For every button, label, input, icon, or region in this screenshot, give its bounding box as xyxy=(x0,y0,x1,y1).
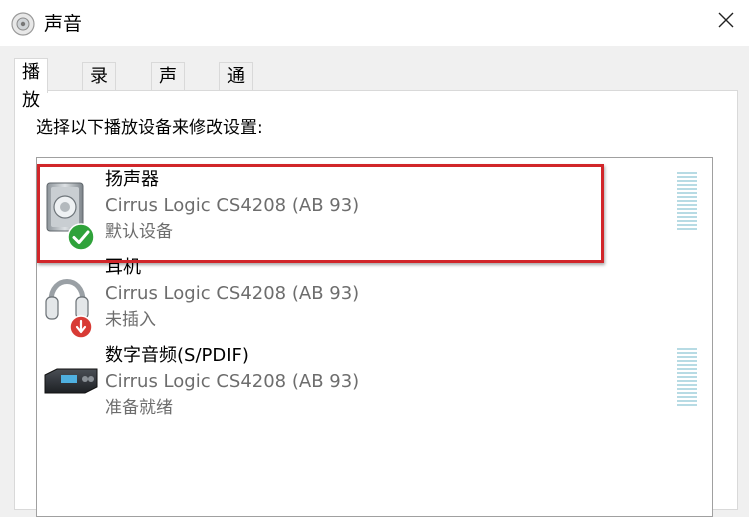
default-check-icon xyxy=(67,223,95,251)
tab-playback[interactable]: 播放 xyxy=(14,58,48,111)
device-driver: Cirrus Logic CS4208 (AB 93) xyxy=(105,195,360,216)
tab-sounds[interactable]: 声音 xyxy=(151,62,185,115)
device-name: 扬声器 xyxy=(105,169,159,190)
title-bar: 声音 xyxy=(0,0,749,46)
tab-communications[interactable]: 通信 xyxy=(219,62,253,115)
instruction-label: 选择以下播放设备来修改设置: xyxy=(36,118,263,138)
device-status: 默认设备 xyxy=(105,222,173,242)
device-status: 准备就绪 xyxy=(105,398,173,418)
device-name: 数字音频(S/PDIF) xyxy=(105,345,249,366)
volume-meter xyxy=(677,172,697,232)
device-name: 耳机 xyxy=(105,257,141,278)
close-button[interactable] xyxy=(703,0,749,40)
device-item-digital-audio[interactable]: 数字音频(S/PDIF) Cirrus Logic CS4208 (AB 93)… xyxy=(37,339,712,427)
tab-recording[interactable]: 录制 xyxy=(82,62,116,115)
device-status: 未插入 xyxy=(105,310,156,330)
speaker-icon xyxy=(11,12,35,36)
close-icon xyxy=(718,12,734,28)
device-driver: Cirrus Logic CS4208 (AB 93) xyxy=(105,283,360,304)
device-item-speakers[interactable]: 扬声器 Cirrus Logic CS4208 (AB 93) 默认设备 xyxy=(37,163,712,251)
window-title: 声音 xyxy=(44,13,83,35)
volume-meter xyxy=(677,348,697,408)
device-list[interactable]: 扬声器 Cirrus Logic CS4208 (AB 93) 默认设备 耳机 … xyxy=(36,157,713,517)
device-item-headphones[interactable]: 耳机 Cirrus Logic CS4208 (AB 93) 未插入 xyxy=(37,251,712,339)
device-driver: Cirrus Logic CS4208 (AB 93) xyxy=(105,371,360,392)
unplugged-icon xyxy=(69,315,93,339)
digital-audio-icon xyxy=(44,368,98,394)
